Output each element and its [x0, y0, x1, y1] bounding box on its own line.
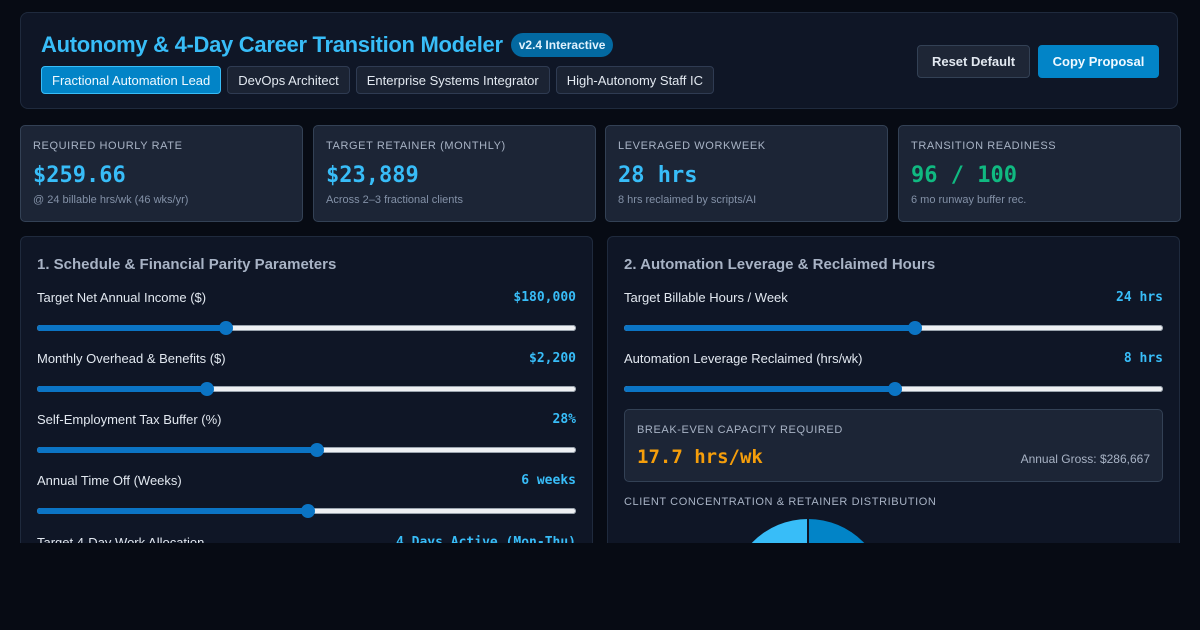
kpi-value: $259.66 — [33, 163, 126, 188]
kpi-label: Transition Readiness — [911, 140, 1057, 152]
slider-fill — [624, 386, 895, 392]
app-viewport: Autonomy & 4-Day Career Transition Model… — [0, 0, 1200, 543]
kpi-label: Leveraged Workweek — [618, 140, 766, 152]
slider-thumb[interactable] — [908, 321, 923, 335]
app-title: Autonomy & 4-Day Career Transition Model… — [41, 32, 503, 57]
slider-thumb[interactable] — [887, 382, 902, 396]
field-value: $180,000 — [513, 290, 576, 305]
field-value: $2,200 — [529, 351, 576, 366]
client-distribution-pie — [730, 519, 886, 543]
kpi-label: Required Hourly Rate — [33, 140, 183, 152]
slider-fill — [37, 325, 226, 331]
field-value: 6 weeks — [521, 473, 576, 488]
field-value: 8 hrs — [1123, 351, 1163, 366]
panel-title: 2. Automation Leverage & Reclaimed Hours — [624, 256, 936, 273]
field-label: Target Billable Hours / Week — [624, 290, 788, 305]
kpi-card-target-retainer: Target Retainer (Monthly) $23,889 Across… — [313, 125, 596, 222]
kpi-value: 96 / 100 — [911, 163, 1017, 188]
automation-leverage-slider[interactable] — [624, 382, 1163, 396]
slider-thumb[interactable] — [310, 443, 325, 457]
financial-parameters-panel: 1. Schedule & Financial Parity Parameter… — [20, 236, 593, 543]
title-row: Autonomy & 4-Day Career Transition Model… — [41, 32, 614, 58]
tax-buffer-slider[interactable] — [37, 443, 576, 457]
field-label: Monthly Overhead & Benefits ($) — [37, 351, 226, 366]
annual-gross: Annual Gross: $286,667 — [1020, 452, 1150, 466]
slider-thumb[interactable] — [199, 382, 214, 396]
breakeven-value: 17.7 hrs/wk — [637, 446, 763, 468]
kpi-subtext: 6 mo runway buffer rec. — [911, 194, 1027, 206]
kpi-subtext: 8 hrs reclaimed by scripts/AI — [618, 194, 757, 206]
pie-slice[interactable] — [730, 519, 808, 543]
reset-default-button[interactable]: Reset Default — [917, 45, 1030, 78]
panel-title: 1. Schedule & Financial Parity Parameter… — [37, 256, 337, 273]
automation-leverage-panel: 2. Automation Leverage & Reclaimed Hours… — [607, 236, 1180, 543]
tab-devops-architect[interactable]: DevOps Architect — [227, 66, 350, 94]
slider-fill — [37, 508, 308, 514]
field-label: Target Net Annual Income ($) — [37, 290, 207, 305]
kpi-card-transition-readiness: Transition Readiness 96 / 100 6 mo runwa… — [898, 125, 1181, 222]
role-tabs: Fractional Automation Lead DevOps Archit… — [41, 66, 715, 94]
field-label: Annual Time Off (Weeks) — [37, 473, 182, 488]
tab-fractional-automation-lead[interactable]: Fractional Automation Lead — [41, 66, 222, 94]
version-badge: v2.4 Interactive — [510, 33, 614, 57]
breakeven-label: BREAK-EVEN CAPACITY REQUIRED — [637, 424, 843, 436]
kpi-subtext: @ 24 billable hrs/wk (46 wks/yr) — [33, 194, 189, 206]
pie-slice[interactable] — [808, 519, 886, 543]
field-label: Automation Leverage Reclaimed (hrs/wk) — [624, 351, 863, 366]
app-header: Autonomy & 4-Day Career Transition Model… — [20, 12, 1178, 109]
copy-proposal-button[interactable]: Copy Proposal — [1038, 45, 1159, 78]
field-label: Self-Employment Tax Buffer (%) — [37, 412, 222, 427]
slider-thumb[interactable] — [300, 504, 315, 518]
time-off-slider[interactable] — [37, 504, 576, 518]
tab-enterprise-systems-integrator[interactable]: Enterprise Systems Integrator — [355, 66, 550, 94]
work-allocation-value[interactable]: 4 Days Active (Mon-Thu) — [396, 535, 576, 543]
tab-high-autonomy-staff-ic[interactable]: High-Autonomy Staff IC — [555, 66, 715, 94]
kpi-subtext: Across 2–3 fractional clients — [326, 194, 463, 206]
slider-fill — [37, 386, 207, 392]
field-value: 28% — [552, 412, 576, 427]
net-income-slider[interactable] — [37, 321, 576, 335]
slider-fill — [37, 447, 318, 453]
kpi-value: 28 hrs — [618, 163, 698, 188]
slider-thumb[interactable] — [218, 321, 233, 335]
slider-fill — [624, 325, 916, 331]
overhead-slider[interactable] — [37, 382, 576, 396]
billable-hours-slider[interactable] — [624, 321, 1163, 335]
kpi-card-hourly-rate: Required Hourly Rate $259.66 @ 24 billab… — [20, 125, 303, 222]
field-value: 24 hrs — [1116, 290, 1163, 305]
field-label: Target 4-Day Work Allocation — [37, 535, 205, 543]
kpi-value: $23,889 — [326, 163, 419, 188]
kpi-label: Target Retainer (Monthly) — [326, 140, 506, 152]
kpi-card-leveraged-workweek: Leveraged Workweek 28 hrs 8 hrs reclaime… — [605, 125, 888, 222]
breakeven-card: BREAK-EVEN CAPACITY REQUIRED 17.7 hrs/wk… — [624, 409, 1163, 482]
